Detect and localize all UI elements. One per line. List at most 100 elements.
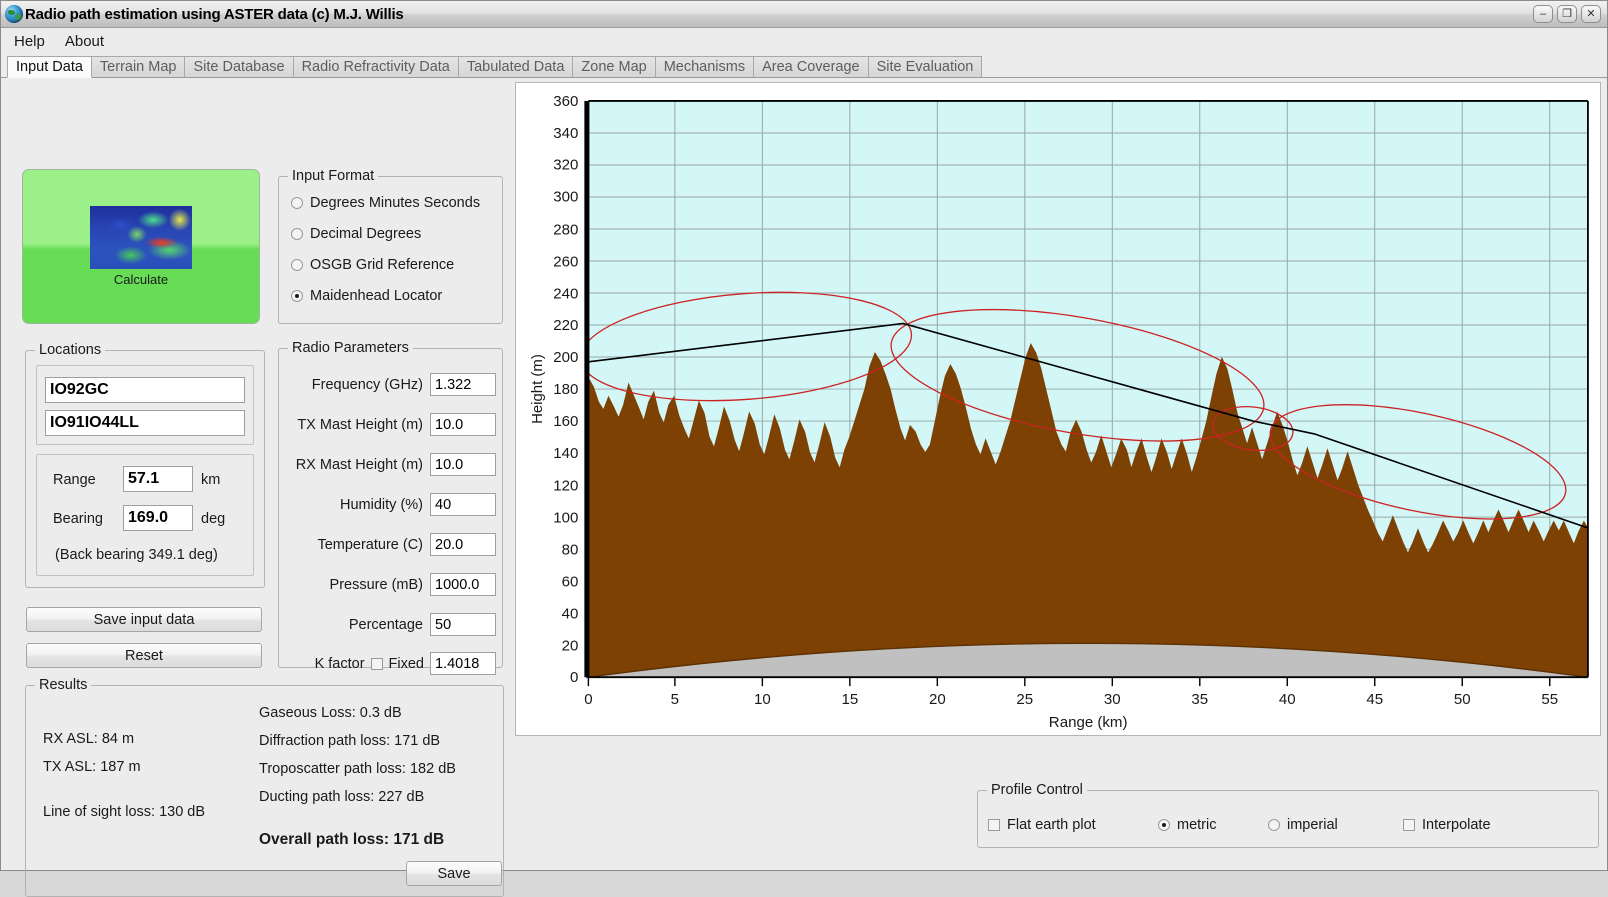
locator-fields-panel: [36, 365, 254, 445]
tab-site-evaluation[interactable]: Site Evaluation: [868, 56, 983, 78]
checkbox-label: Flat earth plot: [1007, 817, 1096, 833]
checkbox-icon[interactable]: [1403, 819, 1415, 831]
field-label: Humidity (%): [340, 497, 423, 513]
back-bearing-text: (Back bearing 349.1 deg): [55, 547, 218, 563]
y-axis-line: [584, 101, 589, 677]
tab-input-data[interactable]: Input Data: [7, 56, 92, 78]
svg-text:0: 0: [570, 669, 578, 686]
field-pressure: Pressure (mB): [287, 573, 496, 596]
save-results-button[interactable]: Save: [406, 861, 502, 886]
kfactor-input[interactable]: [430, 652, 496, 675]
temperature-input[interactable]: [430, 533, 496, 556]
percentage-input[interactable]: [430, 613, 496, 636]
locations-title: Locations: [35, 342, 105, 358]
save-input-data-button[interactable]: Save input data: [26, 607, 262, 632]
radio-label: metric: [1177, 817, 1216, 833]
radio-degrees-minutes-seconds[interactable]: Degrees Minutes Seconds: [291, 195, 480, 211]
radio-icon[interactable]: [1158, 819, 1170, 831]
input-format-title: Input Format: [288, 168, 378, 184]
field-label: Percentage: [349, 617, 423, 633]
radio-decimal-degrees[interactable]: Decimal Degrees: [291, 226, 480, 242]
svg-text:55: 55: [1541, 691, 1558, 708]
radio-label: OSGB Grid Reference: [310, 257, 454, 273]
checkbox-icon[interactable]: [988, 819, 1000, 831]
checkbox-interpolate[interactable]: Interpolate: [1403, 817, 1491, 833]
window-title: Radio path estimation using ASTER data (…: [25, 6, 404, 23]
bearing-input[interactable]: [123, 505, 193, 531]
radio-icon[interactable]: [291, 290, 303, 302]
svg-text:10: 10: [754, 691, 771, 708]
tab-site-database[interactable]: Site Database: [184, 56, 293, 78]
y-tick-labels: 360 340 320 300 280 260 240 220 200 180 …: [553, 93, 578, 686]
range-bearing-panel: Range km Bearing deg (Back bearing 349.1…: [36, 454, 254, 576]
title-bar: Radio path estimation using ASTER data (…: [1, 1, 1607, 28]
input-format-group: Input Format Degrees Minutes Seconds Dec…: [278, 176, 503, 324]
field-label: TX Mast Height (m): [297, 417, 423, 433]
rx-mast-height-input[interactable]: [430, 453, 496, 476]
svg-text:30: 30: [1104, 691, 1121, 708]
reset-button[interactable]: Reset: [26, 643, 262, 668]
tab-zone-map[interactable]: Zone Map: [572, 56, 655, 78]
frequency-input[interactable]: [430, 373, 496, 396]
svg-text:15: 15: [841, 691, 858, 708]
range-input[interactable]: [123, 466, 193, 492]
europe-elevation-map-icon: [90, 206, 192, 269]
svg-text:280: 280: [553, 222, 578, 239]
radio-imperial[interactable]: imperial: [1268, 817, 1403, 833]
humidity-input[interactable]: [430, 493, 496, 516]
tx-asl-value: TX ASL: 187 m: [43, 759, 141, 775]
maximize-button[interactable]: ❐: [1557, 5, 1577, 23]
svg-text:20: 20: [929, 691, 946, 708]
svg-text:45: 45: [1366, 691, 1383, 708]
radio-icon[interactable]: [1268, 819, 1280, 831]
locations-group: Locations Range km Bearing deg (Back bea…: [25, 350, 265, 588]
calculate-button[interactable]: Calculate: [22, 169, 260, 324]
minimize-button[interactable]: –: [1533, 5, 1553, 23]
terrain-profile-chart[interactable]: 360 340 320 300 280 260 240 220 200 180 …: [515, 82, 1601, 736]
kfactor-label: K factor: [315, 656, 365, 672]
radio-parameters-title: Radio Parameters: [288, 340, 413, 356]
radio-metric[interactable]: metric: [1158, 817, 1268, 833]
tab-terrain-map[interactable]: Terrain Map: [91, 56, 186, 78]
profile-control-title: Profile Control: [987, 782, 1087, 798]
svg-text:25: 25: [1016, 691, 1033, 708]
tab-bar: Input Data Terrain Map Site Database Rad…: [1, 54, 1607, 78]
rx-locator-input[interactable]: [45, 410, 245, 436]
tab-radio-refractivity-data[interactable]: Radio Refractivity Data: [293, 56, 459, 78]
tab-area-coverage[interactable]: Area Coverage: [753, 56, 869, 78]
svg-text:50: 50: [1454, 691, 1471, 708]
kfactor-fixed-checkbox[interactable]: [371, 658, 383, 670]
radio-icon[interactable]: [291, 259, 303, 271]
field-frequency: Frequency (GHz): [287, 373, 496, 396]
svg-text:40: 40: [1279, 691, 1296, 708]
tx-locator-input[interactable]: [45, 377, 245, 403]
tab-tabulated-data[interactable]: Tabulated Data: [458, 56, 574, 78]
field-percentage: Percentage: [287, 613, 496, 636]
troposcatter-loss-value: Troposcatter path loss: 182 dB: [259, 761, 456, 777]
tx-mast-height-input[interactable]: [430, 413, 496, 436]
field-label: Temperature (C): [317, 537, 423, 553]
field-label: RX Mast Height (m): [296, 457, 423, 473]
radio-icon[interactable]: [291, 228, 303, 240]
y-axis-title: Height (m): [529, 354, 546, 424]
checkbox-flat-earth-plot[interactable]: Flat earth plot: [988, 817, 1158, 833]
left-pane: Calculate Input Format Degrees Minutes S…: [1, 78, 511, 870]
radio-label: imperial: [1287, 817, 1338, 833]
menu-item-about[interactable]: About: [62, 32, 107, 51]
menu-bar: Help About: [1, 28, 1607, 54]
ducting-loss-value: Ducting path loss: 227 dB: [259, 789, 424, 805]
radio-icon[interactable]: [291, 197, 303, 209]
radio-osgb-grid-reference[interactable]: OSGB Grid Reference: [291, 257, 480, 273]
profile-control-group: Profile Control Flat earth plot metric i…: [977, 790, 1599, 848]
x-tick-marks: [588, 677, 1549, 686]
menu-item-help[interactable]: Help: [11, 32, 48, 51]
pressure-input[interactable]: [430, 573, 496, 596]
close-button[interactable]: ✕: [1581, 5, 1601, 23]
tab-content-input-data: Calculate Input Format Degrees Minutes S…: [1, 78, 1607, 870]
svg-text:260: 260: [553, 253, 578, 270]
svg-text:140: 140: [553, 445, 578, 462]
field-label: Pressure (mB): [330, 577, 423, 593]
tab-mechanisms[interactable]: Mechanisms: [655, 56, 754, 78]
diffraction-loss-value: Diffraction path loss: 171 dB: [259, 733, 440, 749]
radio-maidenhead-locator[interactable]: Maidenhead Locator: [291, 288, 480, 304]
